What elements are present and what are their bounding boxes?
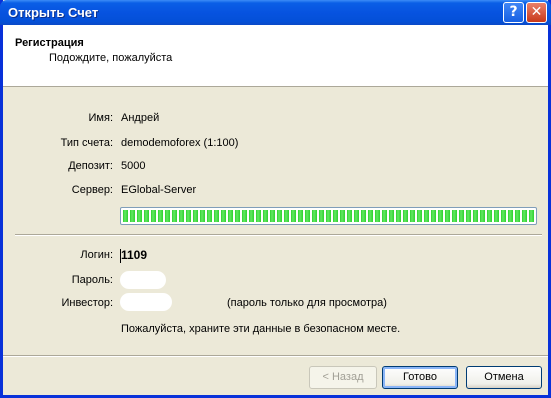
help-icon: ?: [509, 4, 518, 20]
header-subtitle: Подождите, пожалуйста: [49, 52, 173, 64]
progress-fill: [123, 210, 534, 222]
close-button[interactable]: ✕: [526, 2, 547, 23]
account-type-label: Тип счета:: [60, 137, 113, 149]
title-bar[interactable]: Открыть Счет ? ✕: [0, 0, 551, 25]
footer-separator: [3, 355, 548, 357]
investor-label: Инвестор:: [61, 297, 113, 309]
window-title: Открыть Счет: [8, 5, 99, 20]
header-title: Регистрация: [15, 37, 84, 49]
close-icon: ✕: [530, 4, 543, 20]
open-account-dialog: Открыть Счет ? ✕ Регистрация Подождите, …: [0, 0, 551, 398]
name-value: Андрей: [121, 112, 160, 124]
help-button[interactable]: ?: [503, 2, 524, 23]
name-label: Имя:: [88, 112, 113, 124]
registration-progress-bar: [120, 207, 537, 225]
server-value: EGlobal-Server: [121, 184, 197, 196]
deposit-value: 5000: [121, 160, 146, 172]
safety-note: Пожалуйста, храните эти данные в безопас…: [121, 323, 401, 335]
account-type-value: demodemoforex (1:100): [121, 137, 239, 149]
password-value-redacted[interactable]: [120, 271, 166, 289]
server-label: Сервер:: [71, 184, 113, 196]
deposit-label: Депозит:: [68, 160, 113, 172]
password-label: Пароль:: [71, 274, 113, 286]
wizard-header: Регистрация Подождите, пожалуйста: [3, 25, 548, 87]
finish-button[interactable]: Готово: [382, 366, 458, 389]
login-label: Логин:: [80, 249, 113, 261]
investor-hint: (пароль только для просмотра): [227, 297, 387, 309]
login-value[interactable]: 1109: [121, 248, 147, 262]
back-button[interactable]: < Назад: [309, 366, 377, 389]
cancel-button[interactable]: Отмена: [466, 366, 542, 389]
investor-password-redacted[interactable]: [120, 293, 172, 311]
separator: [15, 234, 542, 236]
